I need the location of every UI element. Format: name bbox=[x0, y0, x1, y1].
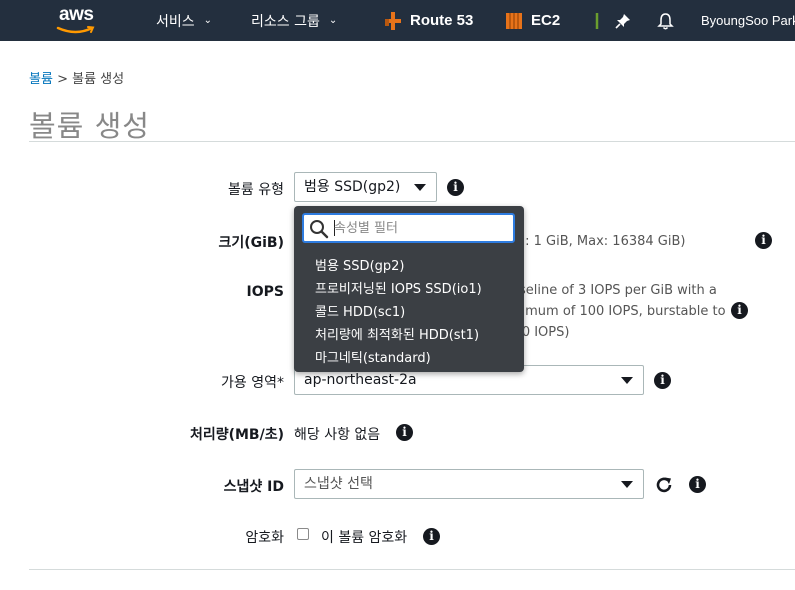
volume-type-dropdown-menu: 범용 SSD(gp2) 프로비저닝된 IOPS SSD(io1) 콜드 HDD(… bbox=[294, 206, 524, 372]
title-divider bbox=[29, 141, 795, 142]
breadcrumb-current: 볼륨 생성 bbox=[72, 72, 125, 87]
page-title: 볼륨 생성 bbox=[29, 109, 150, 143]
dropdown-option-gp2[interactable]: 범용 SSD(gp2) bbox=[315, 255, 405, 274]
pin-icon[interactable] bbox=[615, 0, 631, 41]
snapshot-id-label: 스냅샷 ID bbox=[223, 479, 284, 495]
dropdown-option-io1[interactable]: 프로비저닝된 IOPS SSD(io1) bbox=[315, 278, 482, 297]
availability-zone-label: 가용 영역* bbox=[221, 375, 284, 391]
green-service-icon[interactable] bbox=[594, 0, 600, 41]
info-icon[interactable]: i bbox=[731, 302, 748, 319]
chevron-down-icon: ⌄ bbox=[328, 15, 338, 26]
services-menu[interactable]: 서비스 ⌄ bbox=[156, 0, 212, 41]
info-icon[interactable]: i bbox=[654, 372, 671, 389]
caret-down-icon bbox=[414, 184, 426, 191]
search-icon bbox=[310, 220, 329, 239]
dropdown-option-standard[interactable]: 마그네틱(standard) bbox=[315, 347, 431, 366]
aws-smile-icon bbox=[56, 26, 95, 34]
iops-label: IOPS bbox=[246, 284, 284, 300]
info-icon[interactable]: i bbox=[689, 476, 706, 493]
bell-icon[interactable] bbox=[657, 0, 674, 41]
encryption-label: 암호화 bbox=[245, 530, 284, 546]
top-navigation-bar: aws 서비스 ⌄ 리소스 그룹 ⌄ Route 53 EC2 ByoungSo… bbox=[0, 0, 795, 41]
filter-input[interactable] bbox=[334, 218, 509, 238]
encrypt-volume-label[interactable]: 이 볼륨 암호화 bbox=[321, 527, 407, 547]
throughput-label: 처리량(MB/초) bbox=[189, 427, 284, 443]
info-icon[interactable]: i bbox=[447, 179, 464, 196]
refresh-icon[interactable] bbox=[654, 475, 674, 495]
breadcrumb-volumes-link[interactable]: 볼륨 bbox=[29, 72, 53, 87]
dropdown-option-sc1[interactable]: 콜드 HDD(sc1) bbox=[315, 301, 405, 320]
volume-type-select[interactable]: 범용 SSD(gp2) bbox=[294, 172, 437, 202]
snapshot-id-select[interactable]: 스냅샷 선택 bbox=[294, 469, 644, 499]
chevron-down-icon: ⌄ bbox=[203, 15, 213, 26]
ec2-icon bbox=[506, 12, 522, 29]
route53-icon bbox=[385, 11, 401, 30]
info-icon[interactable]: i bbox=[396, 424, 413, 441]
ec2-shortcut[interactable]: EC2 bbox=[505, 0, 560, 41]
encrypt-volume-checkbox[interactable] bbox=[297, 528, 309, 540]
iops-hint-line2: minimum of 100 IOPS, burstable to bbox=[497, 304, 726, 319]
resource-groups-menu[interactable]: 리소스 그룹 ⌄ bbox=[251, 0, 337, 41]
form-divider bbox=[29, 569, 795, 570]
dropdown-option-st1[interactable]: 처리량에 최적화된 HDD(st1) bbox=[315, 324, 479, 343]
caret-down-icon bbox=[621, 377, 633, 384]
volume-type-label: 볼륨 유형 bbox=[228, 182, 284, 198]
breadcrumb-separator: > bbox=[57, 72, 68, 87]
caret-down-icon bbox=[621, 481, 633, 488]
throughput-value: 해당 사항 없음 bbox=[294, 427, 381, 443]
size-hint: (Min: 1 GiB, Max: 16384 GiB) bbox=[497, 234, 686, 249]
info-icon[interactable]: i bbox=[755, 232, 772, 249]
info-icon[interactable]: i bbox=[423, 528, 440, 545]
iops-hint-line1: (Baseline of 3 IOPS per GiB with a bbox=[497, 283, 717, 298]
filter-box[interactable] bbox=[302, 213, 515, 243]
breadcrumb: 볼륨 > 볼륨 생성 bbox=[29, 68, 124, 87]
route53-shortcut[interactable]: Route 53 bbox=[384, 0, 473, 41]
account-menu[interactable]: ByoungSoo Park bbox=[701, 0, 795, 41]
size-label: 크기(GiB) bbox=[218, 235, 284, 251]
aws-logo[interactable]: aws bbox=[56, 4, 106, 36]
